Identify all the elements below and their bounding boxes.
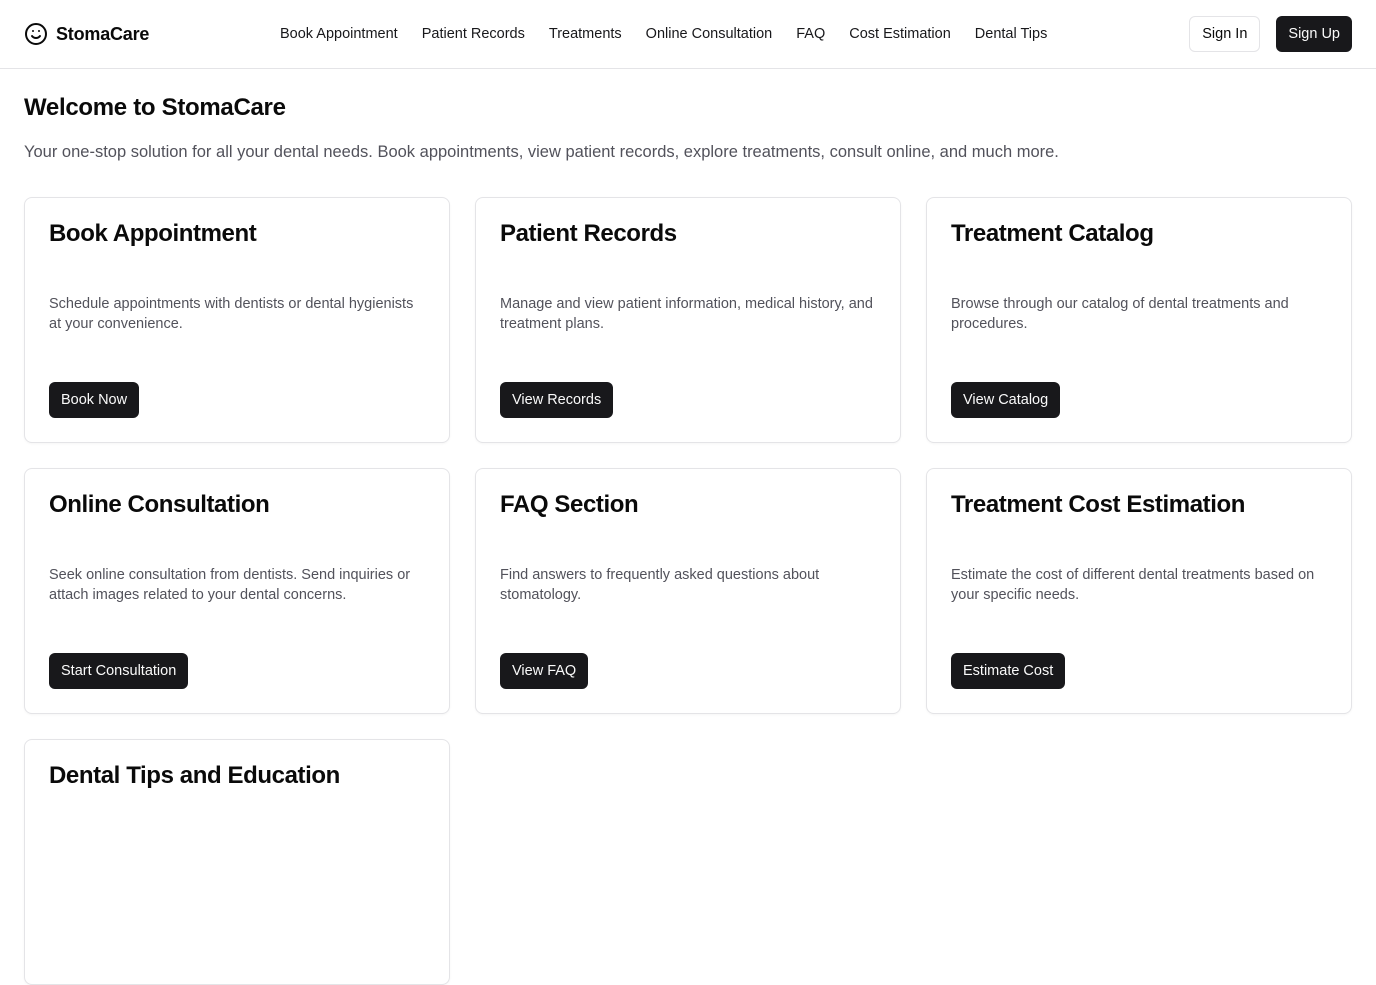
card-description: Estimate the cost of different dental tr…: [951, 567, 1315, 603]
sign-in-button[interactable]: Sign In: [1189, 16, 1261, 52]
nav-dental-tips[interactable]: Dental Tips: [975, 26, 1048, 42]
main-nav: Book Appointment Patient Records Treatme…: [280, 24, 1047, 44]
card-description: Seek online consultation from dentists. …: [49, 567, 411, 603]
view-faq-button[interactable]: View FAQ: [500, 653, 589, 689]
card-title: Dental Tips and Education: [49, 762, 340, 789]
nav-faq[interactable]: FAQ: [796, 26, 825, 42]
feature-card-faq: FAQ Section Find answers to frequently a…: [475, 468, 901, 714]
card-title: Book Appointment: [49, 220, 257, 247]
site-header: StomaCare Book Appointment Patient Recor…: [0, 0, 1376, 69]
nav-cost-estimation[interactable]: Cost Estimation: [849, 26, 951, 42]
view-records-button[interactable]: View Records: [500, 382, 614, 418]
feature-card-book-appointment: Book Appointment Schedule appointments w…: [24, 197, 450, 443]
sign-up-button[interactable]: Sign Up: [1276, 16, 1352, 52]
estimate-cost-button[interactable]: Estimate Cost: [951, 653, 1066, 689]
feature-card-cost-estimation: Treatment Cost Estimation Estimate the c…: [926, 468, 1352, 714]
feature-card-patient-records: Patient Records Manage and view patient …: [475, 197, 901, 443]
card-description: Browse through our catalog of dental tre…: [951, 296, 1289, 332]
feature-card-dental-tips: Dental Tips and Education: [24, 739, 450, 985]
smile-icon: [25, 23, 47, 45]
start-consultation-button[interactable]: Start Consultation: [49, 653, 189, 689]
page-title: Welcome to StomaCare: [24, 94, 286, 121]
nav-book-appointment[interactable]: Book Appointment: [280, 26, 398, 42]
card-title: FAQ Section: [500, 491, 639, 518]
brand-logo[interactable]: StomaCare: [24, 22, 149, 46]
page-subtitle: Your one-stop solution for all your dent…: [24, 143, 1059, 161]
card-title: Online Consultation: [49, 491, 270, 518]
feature-card-online-consultation: Online Consultation Seek online consulta…: [24, 468, 450, 714]
card-description: Schedule appointments with dentists or d…: [49, 296, 414, 332]
card-description: Manage and view patient information, med…: [500, 296, 873, 332]
book-now-button[interactable]: Book Now: [49, 382, 140, 418]
view-catalog-button[interactable]: View Catalog: [951, 382, 1061, 418]
card-title: Patient Records: [500, 220, 677, 247]
card-title: Treatment Cost Estimation: [951, 491, 1246, 518]
card-description: Find answers to frequently asked questio…: [500, 567, 820, 603]
feature-card-treatment-catalog: Treatment Catalog Browse through our cat…: [926, 197, 1352, 443]
nav-patient-records[interactable]: Patient Records: [422, 26, 525, 42]
brand-name: StomaCare: [56, 23, 150, 44]
card-title: Treatment Catalog: [951, 220, 1154, 247]
nav-treatments[interactable]: Treatments: [549, 26, 622, 42]
auth-buttons: Sign In Sign Up: [1189, 16, 1352, 52]
feature-grid: Book Appointment Schedule appointments w…: [24, 197, 1352, 985]
nav-online-consultation[interactable]: Online Consultation: [646, 26, 773, 42]
